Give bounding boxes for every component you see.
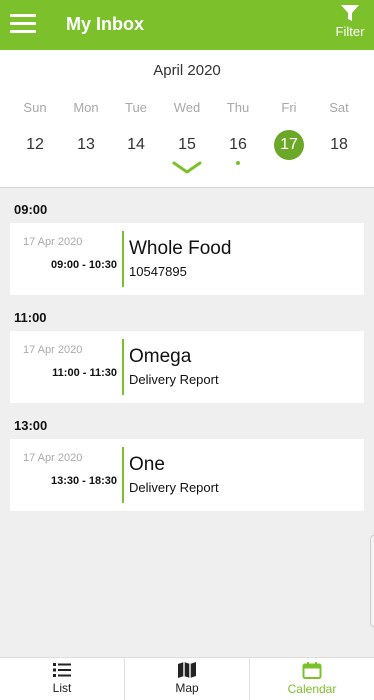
appointment-card[interactable]: 17 Apr 2020 11:00 - 11:30 Omega Delivery… [10,331,364,403]
filter-button[interactable]: Filter [330,4,370,46]
map-icon [178,662,196,678]
appointment-date: 17 Apr 2020 [23,452,83,464]
time-slot-header: 11:00 [14,310,47,325]
nav-calendar-label: Calendar [287,682,337,696]
day-of-week-label: Sun [23,100,47,115]
calendar-icon [302,662,322,679]
appointment-card[interactable]: 17 Apr 2020 09:00 - 10:30 Whole Food 105… [10,223,364,295]
appointment-title: Whole Food [129,238,232,259]
day-mon[interactable]: Mon 13 [66,100,106,160]
nav-map-label: Map [175,681,199,695]
accent-divider [122,339,124,395]
day-number: 15 [178,136,196,153]
time-slot-header: 09:00 [14,202,48,217]
nav-list-tab[interactable]: List [0,658,124,700]
day-number: 16 [229,136,247,153]
day-of-week-label: Thu [226,100,250,115]
filter-label: Filter [335,24,365,39]
list-icon [53,663,71,677]
day-of-week-label: Mon [73,100,99,115]
bottom-navigation: List Map Calendar [0,657,374,700]
appointment-card[interactable]: 17 Apr 2020 13:30 - 18:30 One Delivery R… [10,439,364,511]
day-number: 14 [127,136,145,153]
day-sat[interactable]: Sat 18 [319,100,359,160]
appointment-time-range: 09:00 - 10:30 [50,259,117,271]
day-sun[interactable]: Sun 12 [15,100,55,160]
appointment-time-range: 13:30 - 18:30 [50,475,117,487]
event-dot [236,161,240,165]
day-fri[interactable]: Fri 17 [269,100,309,160]
app-bar: My Inbox Filter [0,0,374,50]
day-of-week-label: Sat [329,100,349,115]
edge-scroll-handle[interactable] [370,535,374,627]
day-of-week-label: Wed [173,100,201,115]
page-title: My Inbox [66,14,145,34]
time-slot-header: 13:00 [14,418,48,433]
day-tue[interactable]: Tue 14 [116,100,156,160]
filter-icon [341,5,359,21]
nav-list-label: List [52,681,72,695]
expand-chevron-icon[interactable] [171,160,203,176]
appointment-subtitle: Delivery Report [129,480,219,495]
accent-divider [122,231,124,287]
appointment-date: 17 Apr 2020 [23,236,83,248]
day-of-week-label: Fri [281,100,297,115]
hamburger-menu-icon[interactable] [10,12,36,34]
day-number: 18 [330,136,348,153]
day-thu[interactable]: Thu 16 [218,100,258,165]
appointment-title: Omega [129,346,192,367]
appointment-subtitle: Delivery Report [129,372,219,387]
day-wed[interactable]: Wed 15 [167,100,207,160]
appointment-time-range: 11:00 - 11:30 [52,367,117,379]
nav-map-tab[interactable]: Map [125,658,249,700]
week-calendar: April 2020 Sun 12 Mon 13 Tue 14 Wed 15 T… [0,50,374,188]
month-label: April 2020 [153,62,221,79]
accent-divider [122,447,124,503]
selected-day-number: 17 [274,130,304,160]
day-number: 13 [77,136,95,153]
day-of-week-label: Tue [125,100,147,115]
appointment-subtitle: 10547895 [129,264,187,279]
day-number: 12 [26,136,44,153]
nav-calendar-tab[interactable]: Calendar [250,658,374,700]
appointment-date: 17 Apr 2020 [23,344,83,356]
appointment-title: One [129,454,165,475]
